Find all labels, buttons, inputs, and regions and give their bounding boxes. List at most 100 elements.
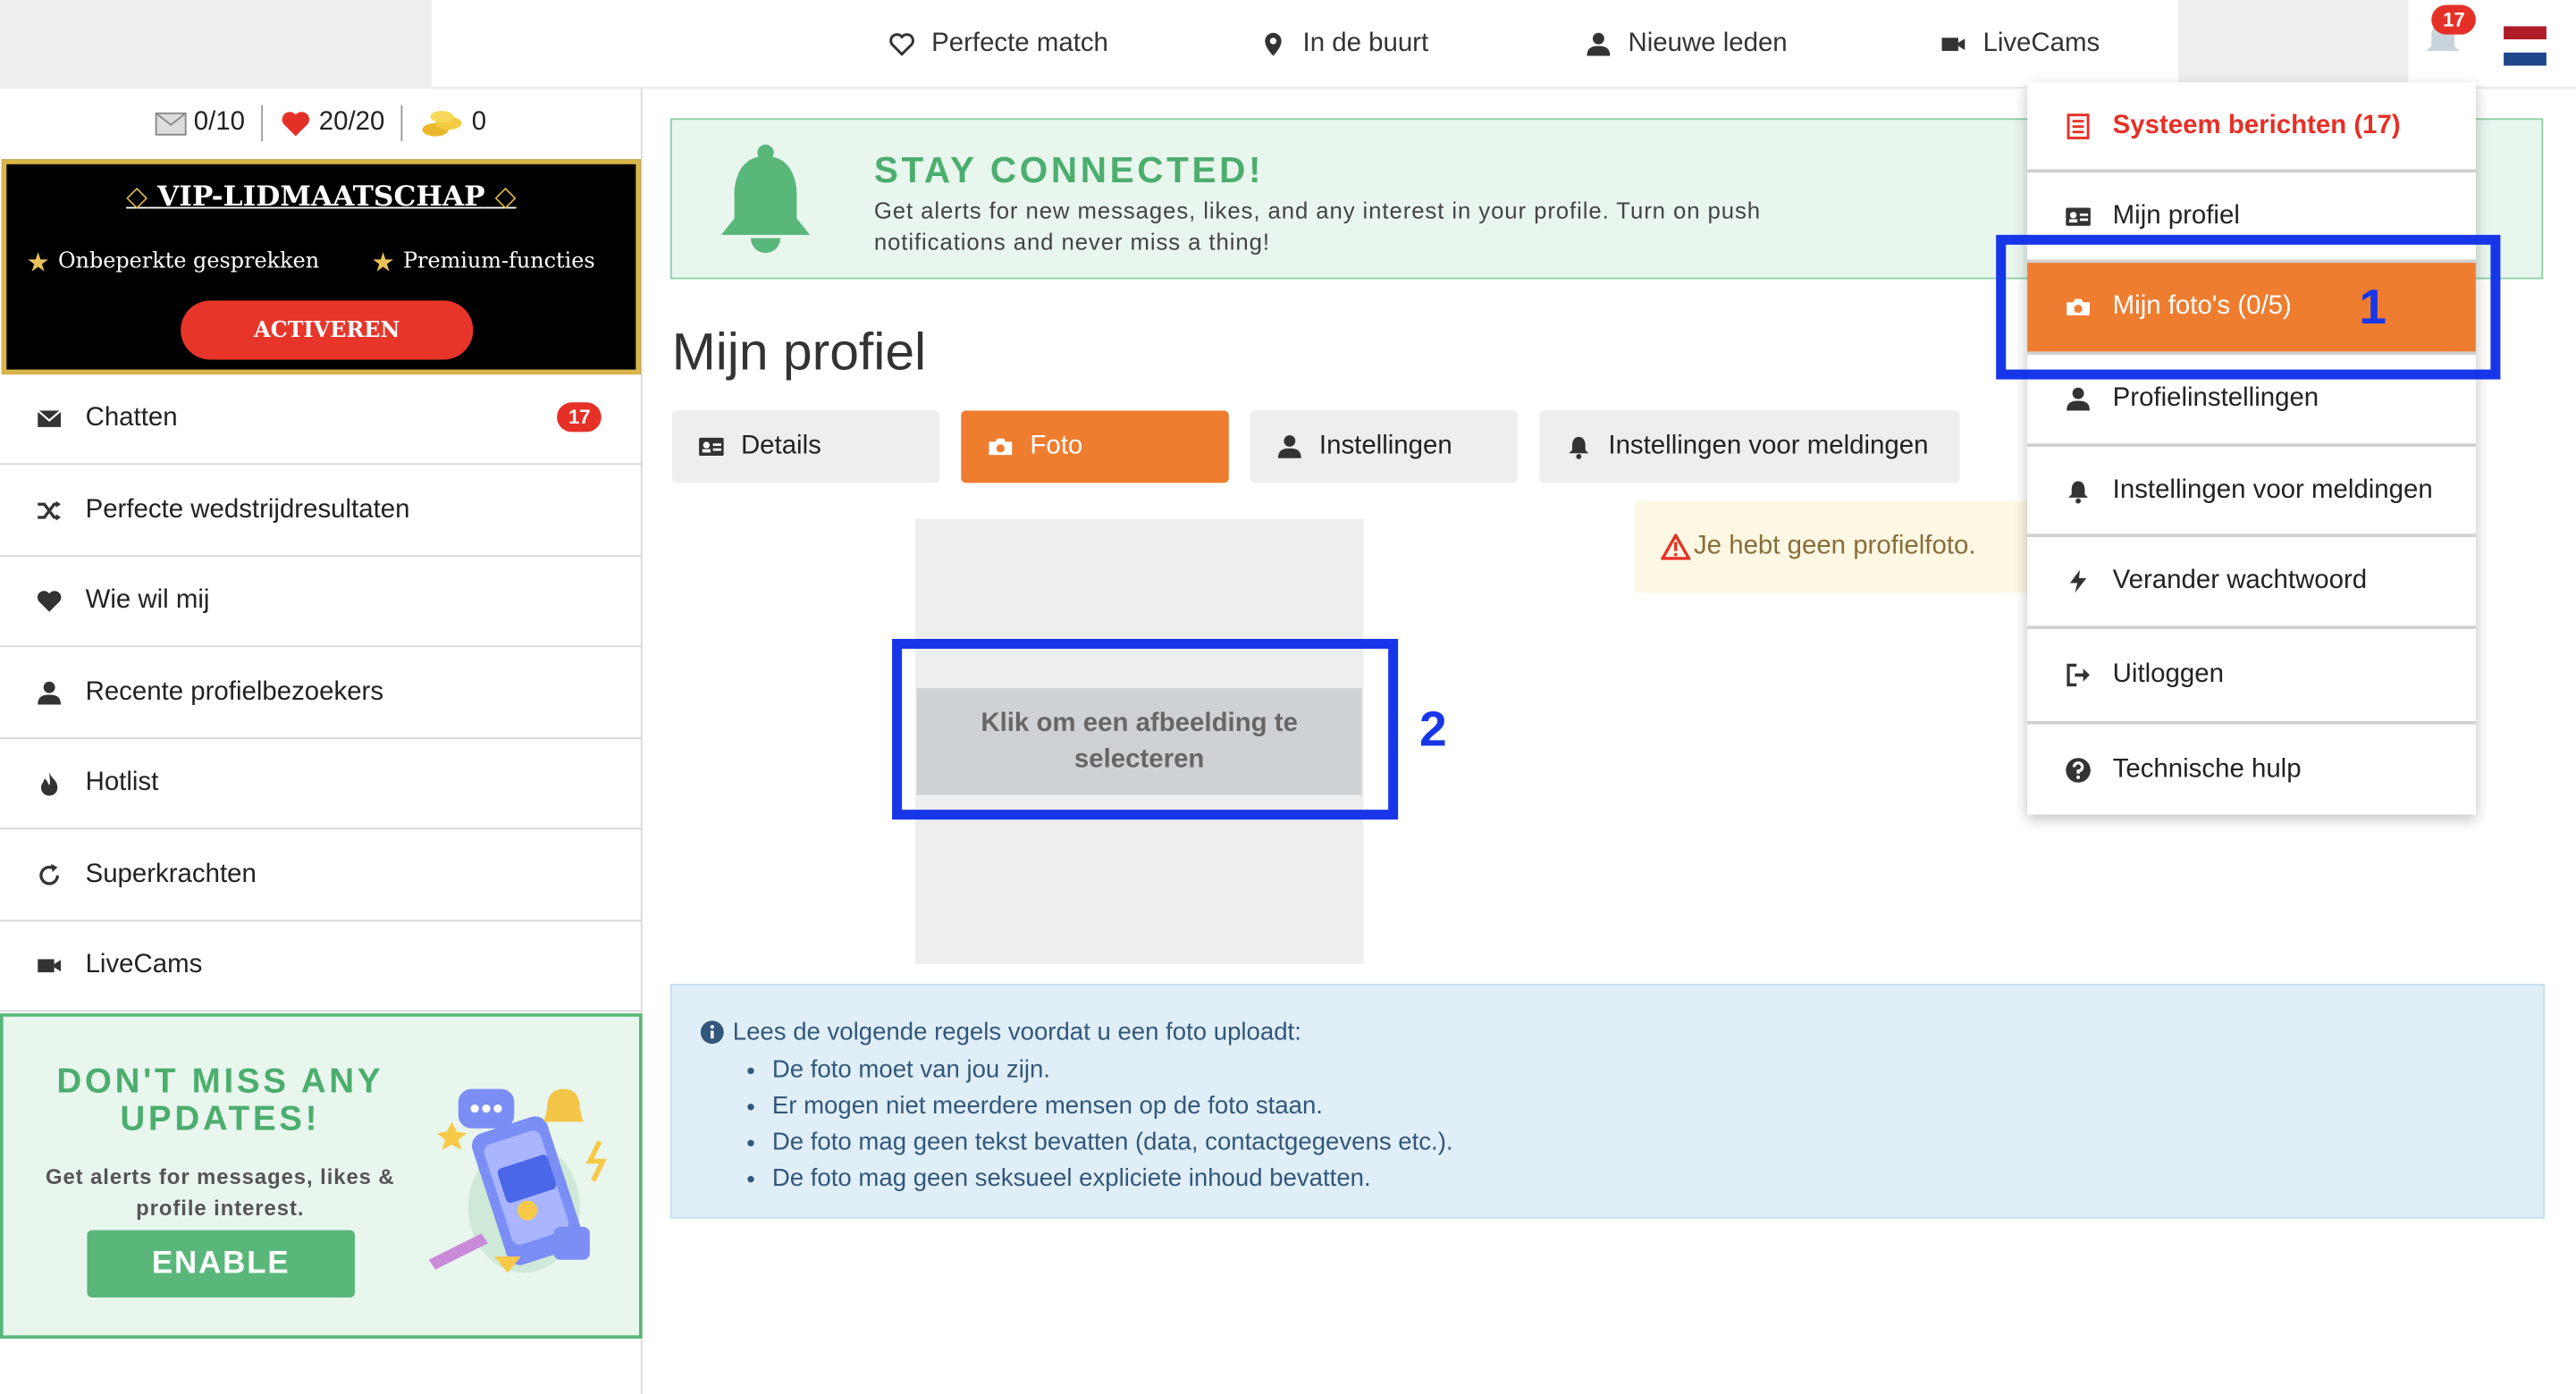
- video-camera-icon: [1941, 38, 1966, 51]
- likes-stat: 20/20: [280, 108, 385, 138]
- sidebar-item-perfect-matches[interactable]: Perfecte wedstrijdresultaten: [0, 466, 641, 558]
- vip-membership-card: ◇ VIP-LIDMAATSCHAP ◇ ★ Onbeperkte gespre…: [1, 159, 641, 375]
- sidebar-item-recent-visitors[interactable]: Recente profielbezoekers: [0, 649, 641, 740]
- tab-label: Instellingen: [1318, 432, 1452, 460]
- banner-title: STAY CONNECTED!: [873, 149, 1265, 191]
- coins-icon: [422, 111, 462, 137]
- tab-details[interactable]: Details: [671, 410, 940, 483]
- sidebar-item-chatten[interactable]: Chatten 17: [0, 374, 641, 466]
- user-icon: [1587, 32, 1611, 56]
- nav-livecams[interactable]: LiveCams: [1940, 26, 2100, 62]
- activate-vip-button[interactable]: ACTIVEREN: [181, 300, 474, 360]
- rule-item: De foto mag geen seksueel expliciete inh…: [772, 1161, 1453, 1197]
- tab-foto[interactable]: Foto: [961, 410, 1229, 483]
- divider: [261, 105, 264, 142]
- sidebar-item-label: Recente profielbezoekers: [85, 678, 384, 707]
- coins-count: 0: [471, 108, 487, 137]
- likes-count: 20/20: [318, 108, 385, 137]
- dropdown-notification-settings[interactable]: Instellingen voor meldingen: [2027, 447, 2476, 538]
- sidebar-item-livecams[interactable]: LiveCams: [0, 921, 641, 1012]
- chat-badge: 17: [557, 402, 602, 432]
- nav-new-members[interactable]: Nieuwe leden: [1586, 26, 1788, 62]
- phone-notification-illustration: [428, 1088, 608, 1273]
- diamond-icon: ◇: [494, 181, 517, 214]
- tab-notification-settings[interactable]: Instellingen voor meldingen: [1539, 410, 1960, 483]
- no-photo-warning: Je hebt geen profielfoto.: [1634, 500, 2046, 593]
- sidebar-item-label: Perfecte wedstrijdresultaten: [85, 496, 410, 525]
- vip-feature: ★ Onbeperkte gesprekken: [26, 247, 319, 278]
- bell-icon: [2064, 475, 2093, 505]
- heart-outline-icon: [889, 33, 914, 56]
- user-icon: [35, 678, 64, 708]
- star-icon: ★: [371, 246, 395, 278]
- sidebar-item-label: Wie wil mij: [85, 586, 210, 615]
- id-card-icon: [2064, 201, 2093, 231]
- annotation-number-2: 2: [1419, 702, 1447, 758]
- rules-list: De foto moet van jou zijn. Er mogen niet…: [772, 1053, 1453, 1197]
- fire-icon: [35, 768, 64, 798]
- bell-icon: [720, 144, 811, 254]
- nav-perfect-match[interactable]: Perfecte match: [888, 26, 1108, 62]
- vip-feature-text: Onbeperkte gesprekken: [57, 249, 320, 274]
- vip-feature-text: Premium-functies: [402, 249, 595, 274]
- annotation-box-2: [892, 638, 1399, 820]
- dropdown-item-label: Technische hulp: [2112, 754, 2302, 783]
- user-icon: [1277, 435, 1301, 458]
- rule-item: De foto moet van jou zijn.: [772, 1053, 1453, 1088]
- messages-count: 0/10: [193, 108, 246, 137]
- push-promo-card: DON'T MISS ANY UPDATES! Get alerts for m…: [0, 1013, 643, 1339]
- nav-label: In de buurt: [1302, 29, 1429, 58]
- app-root: Perfecte match In de buurt Nieuwe leden …: [0, 0, 2576, 1394]
- tab-label: Foto: [1030, 432, 1083, 460]
- dropdown-change-password[interactable]: Verander wachtwoord: [2027, 537, 2476, 629]
- envelope-icon: [155, 111, 187, 135]
- info-circle-icon: [700, 1020, 724, 1045]
- user-menu-toggle[interactable]: [2178, 0, 2409, 89]
- heart-icon: [282, 112, 310, 137]
- warning-triangle-icon: [1661, 533, 1691, 560]
- dropdown-system-messages[interactable]: Systeem berichten (17): [2027, 82, 2476, 172]
- bolt-icon: [2064, 567, 2093, 596]
- sidebar-item-label: Superkrachten: [85, 861, 257, 889]
- dropdown-technical-help[interactable]: Technische hulp: [2027, 725, 2476, 815]
- dropdown-item-label: Instellingen voor meldingen: [2112, 475, 2433, 504]
- map-pin-icon: [1265, 32, 1282, 56]
- dropdown-logout[interactable]: Uitloggen: [2027, 629, 2476, 725]
- star-icon: ★: [26, 246, 50, 278]
- dropdown-item-label: Mijn profiel: [2112, 201, 2240, 230]
- video-camera-icon: [35, 951, 64, 980]
- sidebar-item-label: LiveCams: [85, 951, 203, 979]
- enable-notifications-button[interactable]: ENABLE: [87, 1230, 356, 1298]
- dropdown-item-label: Profielinstellingen: [2112, 384, 2319, 413]
- rules-heading-text: Lees de volgende regels voordat u een fo…: [732, 1018, 1301, 1046]
- notification-badge: 17: [2431, 4, 2477, 35]
- sidebar-item-superpowers[interactable]: Superkrachten: [0, 831, 641, 922]
- question-circle-icon: [2064, 755, 2093, 785]
- nav-label: Perfecte match: [931, 29, 1108, 58]
- camera-icon: [989, 438, 1013, 456]
- vip-title-text: VIP-LIDMAATSCHAP: [157, 181, 485, 214]
- rule-item: Er mogen niet meerdere mensen op de foto…: [772, 1089, 1453, 1125]
- warning-text: Je hebt geen profielfoto.: [1693, 532, 1976, 560]
- sidebar-item-hotlist[interactable]: Hotlist: [0, 739, 641, 830]
- user-icon: [2064, 384, 2093, 414]
- nav-nearby[interactable]: In de buurt: [1260, 26, 1428, 62]
- divider: [400, 105, 403, 142]
- dropdown-item-label: Uitloggen: [2112, 659, 2224, 689]
- logo-area[interactable]: [0, 0, 433, 89]
- dropdown-item-label: Systeem berichten (17): [2112, 111, 2401, 139]
- envelope-icon: [35, 404, 64, 433]
- sidebar-item-label: Hotlist: [85, 768, 159, 797]
- vip-title: ◇ VIP-LIDMAATSCHAP ◇: [6, 181, 636, 214]
- promo-title: DON'T MISS ANY UPDATES!: [56, 1062, 384, 1138]
- shuffle-icon: [35, 496, 64, 525]
- stats-bar: 0/10 20/20 0: [0, 88, 641, 157]
- list-icon: [2064, 111, 2093, 140]
- refresh-icon: [35, 861, 64, 890]
- sidebar-item-who-wants-me[interactable]: Wie wil mij: [0, 557, 641, 648]
- tab-instellingen[interactable]: Instellingen: [1250, 410, 1519, 483]
- promo-text: Get alerts for messages, likes & profile…: [45, 1164, 395, 1221]
- language-flag-nl[interactable]: [2504, 26, 2547, 66]
- dropdown-item-label: Verander wachtwoord: [2112, 567, 2368, 595]
- user-dropdown-menu: Systeem berichten (17) Mijn profiel Mijn…: [2027, 81, 2476, 815]
